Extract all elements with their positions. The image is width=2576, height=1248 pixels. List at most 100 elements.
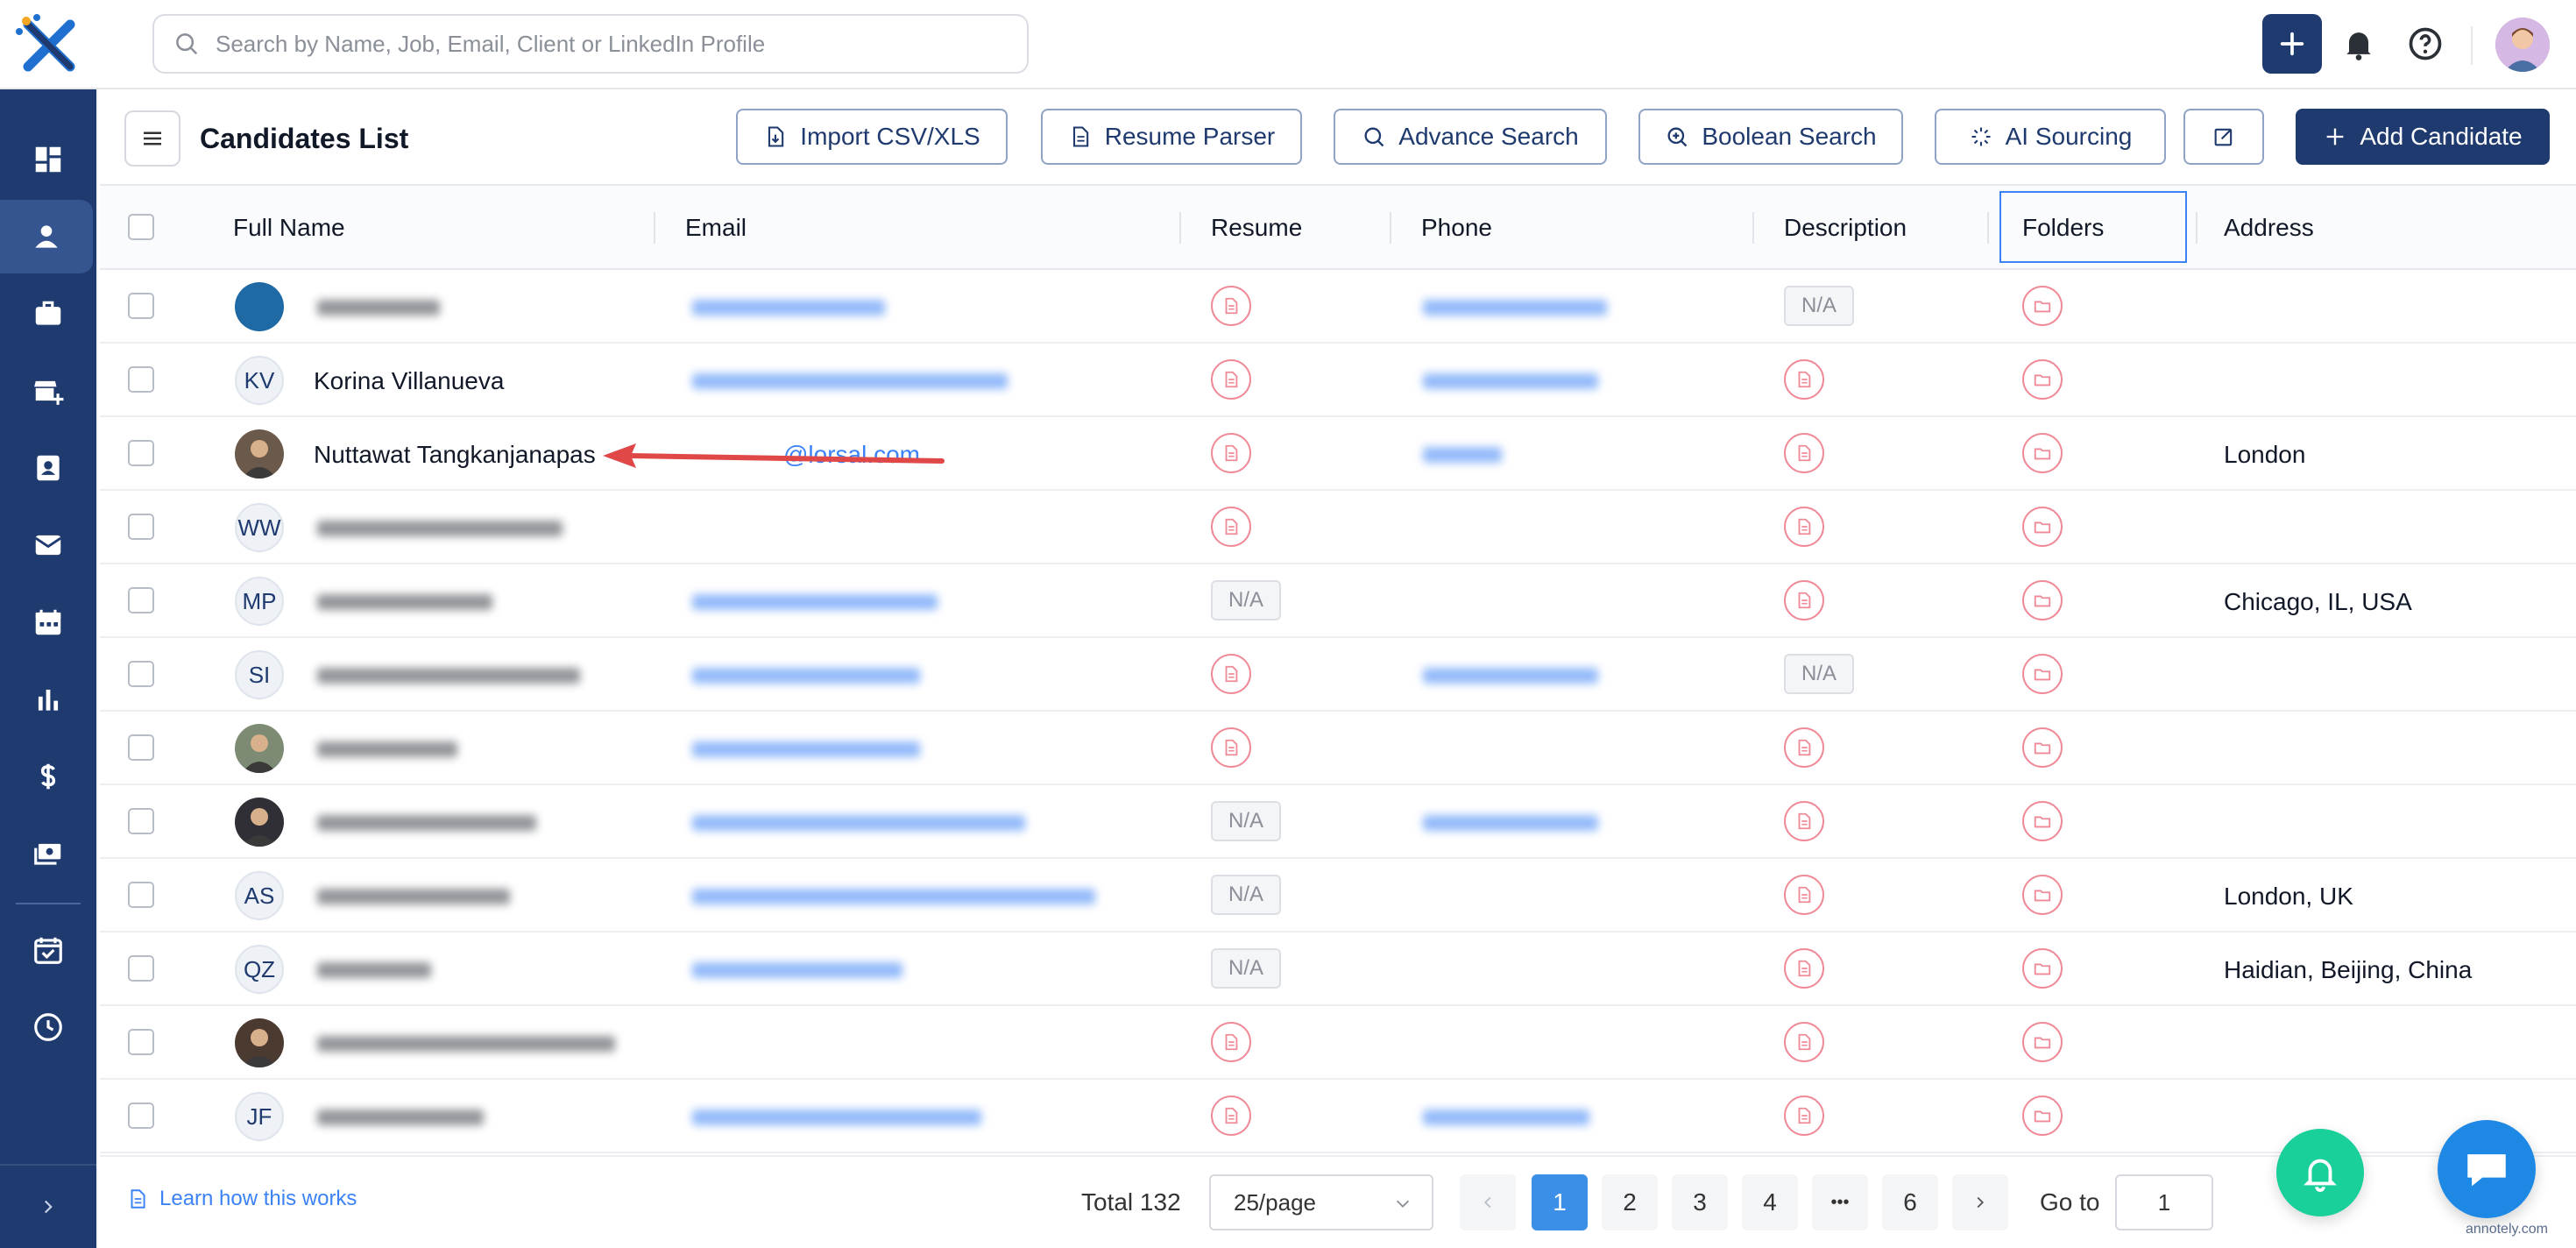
- folder-button[interactable]: [2022, 727, 2063, 768]
- folder-button[interactable]: [2022, 948, 2063, 989]
- row-checkbox[interactable]: [128, 882, 154, 908]
- sidebar-item-dashboard[interactable]: [0, 123, 96, 196]
- description-icon[interactable]: [1784, 580, 1824, 620]
- description-icon[interactable]: [1784, 507, 1824, 547]
- page-button-1[interactable]: 1: [1532, 1174, 1588, 1230]
- add-candidate-button[interactable]: Add Candidate: [2296, 109, 2550, 165]
- sidebar-item-calendar[interactable]: [0, 585, 96, 659]
- goto-page-input[interactable]: 1: [2115, 1174, 2213, 1230]
- sidebar-item-reports[interactable]: [0, 663, 96, 736]
- resume-icon[interactable]: [1211, 654, 1251, 694]
- column-folders[interactable]: Folders: [2022, 186, 2104, 270]
- table-row[interactable]: KV Korina Villanueva: [100, 344, 2576, 417]
- table-row[interactable]: Nuttawat Tangkanjanapas @lorsal.com London: [100, 417, 2576, 491]
- sidebar-item-payments[interactable]: [0, 817, 96, 890]
- folder-button[interactable]: [2022, 801, 2063, 841]
- description-icon[interactable]: [1784, 433, 1824, 473]
- resume-icon[interactable]: [1211, 1022, 1251, 1062]
- folder-button[interactable]: [2022, 286, 2063, 326]
- row-checkbox[interactable]: [128, 587, 154, 613]
- column-divider[interactable]: [1179, 212, 1181, 244]
- column-divider[interactable]: [1752, 212, 1754, 244]
- page-button-6[interactable]: 6: [1882, 1174, 1938, 1230]
- resume-parser-button[interactable]: Resume Parser: [1041, 109, 1302, 165]
- table-row[interactable]: AS N/A London, UK: [100, 859, 2576, 932]
- app-logo[interactable]: [16, 12, 82, 79]
- select-all-checkbox[interactable]: [128, 214, 154, 240]
- table-row[interactable]: [100, 712, 2576, 785]
- quick-add-button[interactable]: [2262, 14, 2322, 74]
- description-icon[interactable]: [1784, 727, 1824, 768]
- sidebar-expand-button[interactable]: [0, 1164, 96, 1248]
- page-ellipsis-button[interactable]: •••: [1812, 1174, 1868, 1230]
- learn-how-link[interactable]: Learn how this works: [126, 1187, 357, 1211]
- sidebar-item-tasks[interactable]: [0, 913, 96, 987]
- import-csv-button[interactable]: Import CSV/XLS: [736, 109, 1008, 165]
- sidebar-item-clients[interactable]: [0, 354, 96, 428]
- edit-button[interactable]: [2183, 109, 2264, 165]
- sidebar-item-email[interactable]: [0, 508, 96, 582]
- description-icon[interactable]: [1784, 1022, 1824, 1062]
- chat-widget-button[interactable]: [2438, 1120, 2536, 1218]
- table-row[interactable]: SI N/A: [100, 638, 2576, 712]
- sidebar-item-billing[interactable]: [0, 740, 96, 813]
- page-button-4[interactable]: 4: [1742, 1174, 1798, 1230]
- description-icon[interactable]: [1784, 801, 1824, 841]
- row-checkbox[interactable]: [128, 1029, 154, 1055]
- page-button-2[interactable]: 2: [1602, 1174, 1658, 1230]
- sidebar-item-jobs[interactable]: [0, 277, 96, 351]
- candidate-name[interactable]: Korina Villanueva: [314, 367, 504, 395]
- page-button-3[interactable]: 3: [1672, 1174, 1728, 1230]
- description-icon[interactable]: [1784, 948, 1824, 989]
- folder-button[interactable]: [2022, 359, 2063, 400]
- sidebar-item-history[interactable]: [0, 990, 96, 1064]
- resume-icon[interactable]: [1211, 1096, 1251, 1136]
- column-divider[interactable]: [1987, 212, 1989, 244]
- next-page-button[interactable]: [1952, 1174, 2008, 1230]
- table-row[interactable]: [100, 1006, 2576, 1080]
- folder-button[interactable]: [2022, 1096, 2063, 1136]
- column-full-name[interactable]: Full Name: [233, 186, 345, 270]
- folder-button[interactable]: [2022, 433, 2063, 473]
- resume-icon[interactable]: [1211, 359, 1251, 400]
- row-checkbox[interactable]: [128, 366, 154, 393]
- column-description[interactable]: Description: [1784, 186, 1907, 270]
- resume-icon[interactable]: [1211, 507, 1251, 547]
- resume-icon[interactable]: [1211, 727, 1251, 768]
- folder-button[interactable]: [2022, 654, 2063, 694]
- table-row[interactable]: N/A: [100, 785, 2576, 859]
- boolean-search-button[interactable]: Boolean Search: [1638, 109, 1903, 165]
- help-button[interactable]: [2406, 25, 2445, 63]
- sidebar-item-candidates[interactable]: [0, 200, 93, 273]
- column-divider[interactable]: [2196, 212, 2197, 244]
- table-row[interactable]: WW: [100, 491, 2576, 564]
- row-checkbox[interactable]: [128, 440, 154, 466]
- sidebar-item-contacts[interactable]: [0, 431, 96, 505]
- row-checkbox[interactable]: [128, 661, 154, 687]
- ai-sourcing-button[interactable]: AI Sourcing: [1935, 109, 2166, 165]
- search-input[interactable]: [216, 30, 1004, 58]
- page-size-select[interactable]: 25/page: [1209, 1174, 1433, 1230]
- folder-button[interactable]: [2022, 507, 2063, 547]
- folder-button[interactable]: [2022, 580, 2063, 620]
- column-divider[interactable]: [654, 212, 655, 244]
- menu-toggle-button[interactable]: [124, 110, 180, 167]
- candidate-name[interactable]: Nuttawat Tangkanjanapas: [314, 441, 596, 469]
- notifications-fab[interactable]: [2276, 1129, 2364, 1216]
- user-avatar[interactable]: [2495, 18, 2550, 72]
- description-icon[interactable]: [1784, 1096, 1824, 1136]
- row-checkbox[interactable]: [128, 734, 154, 761]
- resume-icon[interactable]: [1211, 286, 1251, 326]
- column-divider[interactable]: [1390, 212, 1391, 244]
- table-row[interactable]: N/A: [100, 270, 2576, 344]
- row-checkbox[interactable]: [128, 955, 154, 982]
- folder-button[interactable]: [2022, 1022, 2063, 1062]
- row-checkbox[interactable]: [128, 293, 154, 319]
- advance-search-button[interactable]: Advance Search: [1334, 109, 1607, 165]
- folder-button[interactable]: [2022, 875, 2063, 915]
- table-row[interactable]: QZ N/A Haidian, Beijing, China: [100, 932, 2576, 1006]
- column-email[interactable]: Email: [685, 186, 747, 270]
- column-phone[interactable]: Phone: [1421, 186, 1492, 270]
- column-resume[interactable]: Resume: [1211, 186, 1302, 270]
- row-checkbox[interactable]: [128, 808, 154, 834]
